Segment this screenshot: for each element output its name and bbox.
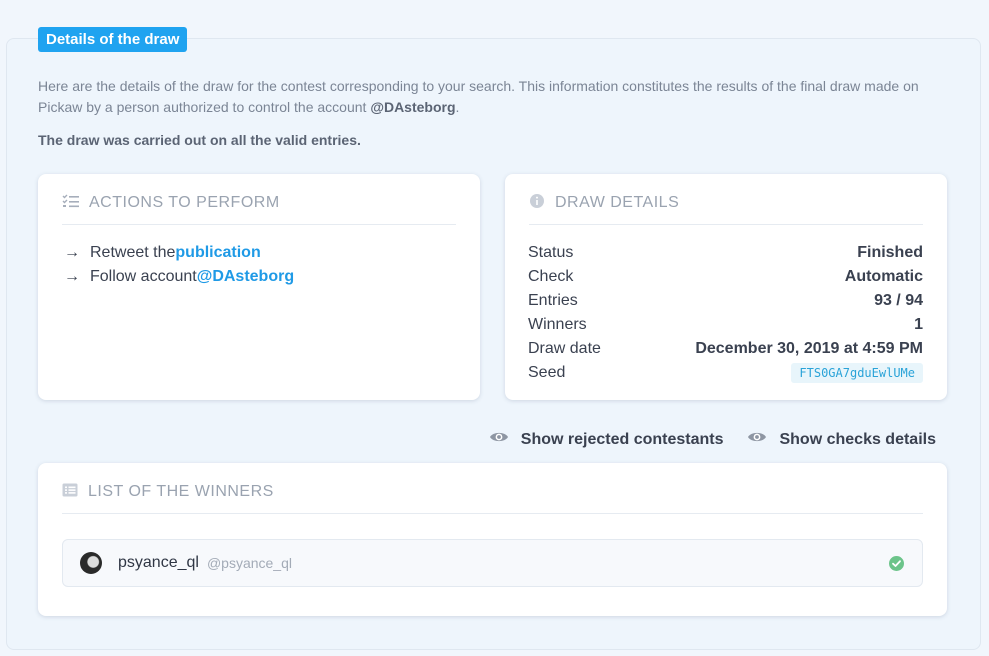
intro-text: Here are the details of the draw for the… bbox=[38, 78, 919, 115]
detail-label: Status bbox=[528, 244, 574, 261]
toggle-links: Show rejected contestants Show checks de… bbox=[489, 430, 936, 449]
detail-value: Automatic bbox=[844, 268, 923, 285]
action-item: → Follow account @DAsteborg bbox=[64, 265, 294, 289]
detail-value: Finished bbox=[857, 244, 923, 261]
account-link[interactable]: @DAsteborg bbox=[197, 268, 294, 286]
winners-card-header: LIST OF THE WINNERS bbox=[62, 463, 923, 514]
action-prefix: Retweet the bbox=[90, 244, 176, 261]
avatar bbox=[80, 552, 102, 574]
seed-code: FTS0GA7gduEwlUMe bbox=[791, 363, 923, 383]
detail-row-entries: Entries 93 / 94 bbox=[528, 289, 923, 313]
intro-end: . bbox=[455, 99, 460, 115]
eye-icon bbox=[489, 430, 521, 449]
arrow-right-icon: → bbox=[64, 244, 80, 261]
detail-label: Draw date bbox=[528, 340, 601, 357]
action-prefix: Follow account bbox=[90, 268, 197, 285]
section-title: Details of the draw bbox=[38, 27, 188, 52]
show-rejected-label: Show rejected contestants bbox=[520, 430, 724, 448]
actions-card-header: ACTIONS TO PERFORM bbox=[62, 174, 456, 225]
detail-label: Entries bbox=[528, 292, 578, 309]
detail-value: December 30, 2019 at 4:59 PM bbox=[695, 340, 923, 357]
detail-row-winners: Winners 1 bbox=[528, 313, 923, 337]
winner-handle: @psyance_ql bbox=[206, 555, 292, 571]
intro-paragraph: Here are the details of the draw for the… bbox=[38, 76, 950, 118]
detail-label: Winners bbox=[528, 316, 587, 333]
detail-row-status: Status Finished bbox=[528, 241, 923, 265]
draw-details-list: Status Finished Check Automatic Entries … bbox=[528, 241, 923, 385]
detail-value: 93 / 94 bbox=[874, 292, 923, 309]
show-checks-label: Show checks details bbox=[779, 430, 936, 448]
check-circle-icon bbox=[889, 556, 904, 576]
checklist-icon bbox=[62, 194, 79, 213]
info-icon bbox=[529, 193, 545, 214]
detail-value: 1 bbox=[914, 316, 923, 333]
list-icon bbox=[62, 483, 78, 502]
actions-list: → Retweet the publication → Follow accou… bbox=[64, 241, 294, 289]
detail-label: Check bbox=[528, 268, 574, 285]
detail-row-draw-date: Draw date December 30, 2019 at 4:59 PM bbox=[528, 337, 923, 361]
detail-label: Seed bbox=[528, 364, 566, 381]
intro-account: @DAsteborg bbox=[370, 99, 456, 115]
actions-card-title: ACTIONS TO PERFORM bbox=[89, 194, 280, 211]
eye-icon bbox=[747, 430, 779, 449]
publication-link[interactable]: publication bbox=[175, 244, 260, 262]
actions-card: ACTIONS TO PERFORM → Retweet the publica… bbox=[38, 174, 480, 400]
winner-name: psyance_ql bbox=[118, 554, 199, 571]
detail-row-check: Check Automatic bbox=[528, 265, 923, 289]
valid-entries-note: The draw was carried out on all the vali… bbox=[38, 132, 361, 148]
winner-row[interactable]: psyance_ql @psyance_ql bbox=[62, 539, 923, 587]
winners-card-title: LIST OF THE WINNERS bbox=[88, 483, 274, 500]
show-checks-button[interactable]: Show checks details bbox=[747, 430, 936, 449]
action-item: → Retweet the publication bbox=[64, 241, 294, 265]
draw-details-title: DRAW DETAILS bbox=[555, 194, 680, 211]
show-rejected-button[interactable]: Show rejected contestants bbox=[489, 430, 724, 449]
draw-details-card: DRAW DETAILS Status Finished Check Autom… bbox=[505, 174, 947, 400]
detail-row-seed: Seed FTS0GA7gduEwlUMe bbox=[528, 361, 923, 385]
draw-details-header: DRAW DETAILS bbox=[529, 174, 923, 225]
winners-card: LIST OF THE WINNERS psyance_ql @psyance_… bbox=[38, 463, 947, 616]
arrow-right-icon: → bbox=[64, 268, 80, 285]
